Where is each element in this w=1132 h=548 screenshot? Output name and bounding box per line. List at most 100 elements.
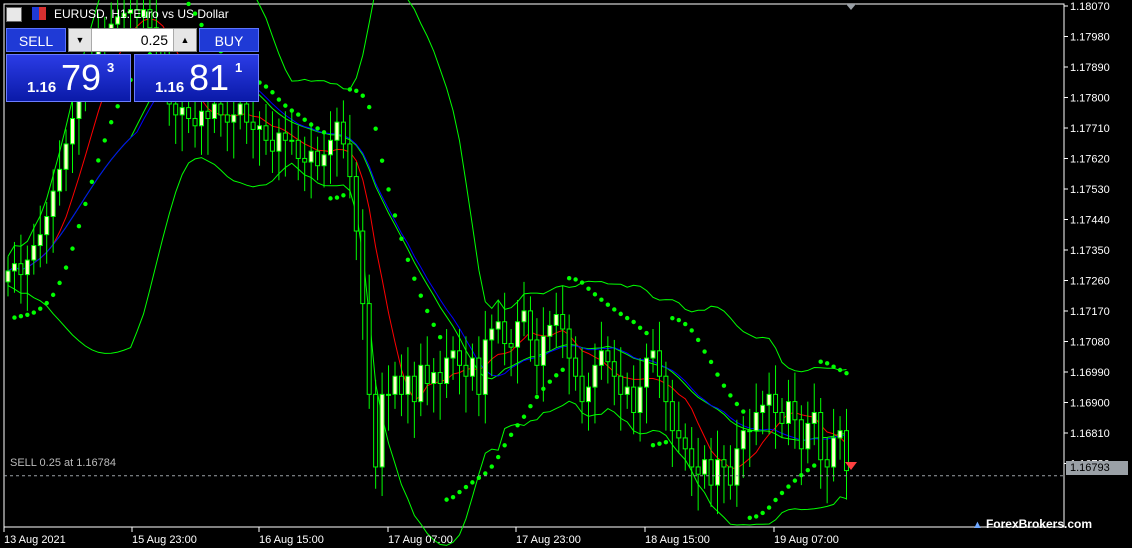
sar-dot [412,276,417,281]
candle-body [353,176,359,232]
sar-dot [315,126,320,131]
sar-dot [470,480,475,485]
candle-body [476,357,482,395]
sell-price-button[interactable]: 1.16 79 3 [6,54,131,102]
sar-dot [57,280,62,286]
volume-up-icon[interactable]: ▲ [173,29,196,51]
sar-dot [308,122,314,127]
sar-dot [766,505,772,510]
volume-stepper[interactable]: ▼ 0.25 ▲ [68,28,197,52]
sar-dot [270,90,275,95]
candle-body [237,103,243,116]
sar-dot [631,319,636,325]
sar-dot [644,330,649,336]
sar-dot [347,87,353,92]
sar-dot [541,386,546,392]
candle-body [360,230,366,305]
buy-price-button[interactable]: 1.16 81 1 [134,54,259,102]
sar-dot [625,315,630,321]
sar-dot [528,404,533,409]
candle-body [50,190,56,218]
candle-body [437,372,443,384]
y-tick-label: 1.17710 [1070,123,1110,135]
buy-button[interactable]: BUY [199,28,259,52]
candle-body [405,375,411,395]
sar-dot [773,497,778,503]
candle-body [192,118,198,127]
candle-body [366,303,372,395]
sar-dot [502,443,507,448]
sar-dot [728,393,733,398]
candle-body [411,375,417,403]
candle-body [257,125,263,130]
candle-body [386,393,392,396]
sar-dot [96,158,101,163]
sar-dot [89,179,95,184]
candle-body [624,386,630,395]
sar-dot [328,196,333,201]
sar-dot [44,300,49,306]
candle-body [534,339,540,366]
sar-dot [792,478,798,483]
sar-dot [831,364,836,369]
sar-dot [354,88,359,94]
candle-body [489,328,495,341]
sar-dot [341,193,346,198]
watermark: ▲ ForexBrokers.com [972,517,1092,531]
volume-input[interactable]: 0.25 [93,29,172,51]
candle-body [495,321,501,330]
candle-body [250,121,256,130]
sar-dot [515,423,520,428]
candle-body [553,314,559,326]
candle-body [218,103,224,116]
sar-dot [683,321,688,327]
sar-dot [321,130,327,135]
sar-dot [657,441,662,446]
sar-dot [25,312,30,317]
sar-dot [386,187,391,192]
sar-dot [12,315,17,320]
sar-dot [296,112,301,117]
window-icon[interactable] [6,7,22,22]
candle-body [398,375,404,395]
buy-price-prefix: 1.16 [155,79,185,96]
candle-body [740,430,746,450]
sar-dot [734,401,740,407]
one-click-trading-panel: SELL ▼ 0.25 ▲ BUY 1.16 79 3 1.16 81 1 [6,28,259,102]
sar-dot [50,292,56,298]
candle-body [328,139,333,156]
candle-body [482,339,488,395]
sar-dot [689,328,694,333]
volume-dropdown-icon[interactable]: ▼ [69,29,92,51]
sell-button[interactable]: SELL [6,28,66,52]
y-tick-label: 1.17890 [1070,62,1110,74]
sar-dot [302,117,307,122]
sar-dot [663,439,669,445]
sar-dot [399,236,404,241]
sar-dot [496,454,501,460]
candle-body [592,364,598,388]
candle-body [199,110,204,127]
y-tick-label: 1.17260 [1070,276,1110,288]
y-tick-label: 1.17080 [1070,337,1110,349]
sar-dot [289,108,294,113]
sar-dot [695,337,701,343]
sar-dot [276,97,282,102]
candle-body [211,103,217,120]
sar-dot [405,257,411,262]
candle-body [444,357,450,384]
sar-dot [754,514,759,519]
candle-body [637,386,643,414]
candle-body [573,357,579,377]
candle-body [831,437,837,468]
candle-body [618,375,624,395]
candle-body [818,412,824,461]
candle-body [424,364,430,384]
sar-dot [837,367,843,373]
candle-body [469,357,475,377]
candle-body [753,412,759,432]
buy-price-pips: 81 [189,57,230,98]
position-label: SELL 0.25 at 1.16784 [10,457,117,469]
x-tick-label: 15 Aug 23:00 [132,534,197,546]
candle-body [431,372,437,384]
